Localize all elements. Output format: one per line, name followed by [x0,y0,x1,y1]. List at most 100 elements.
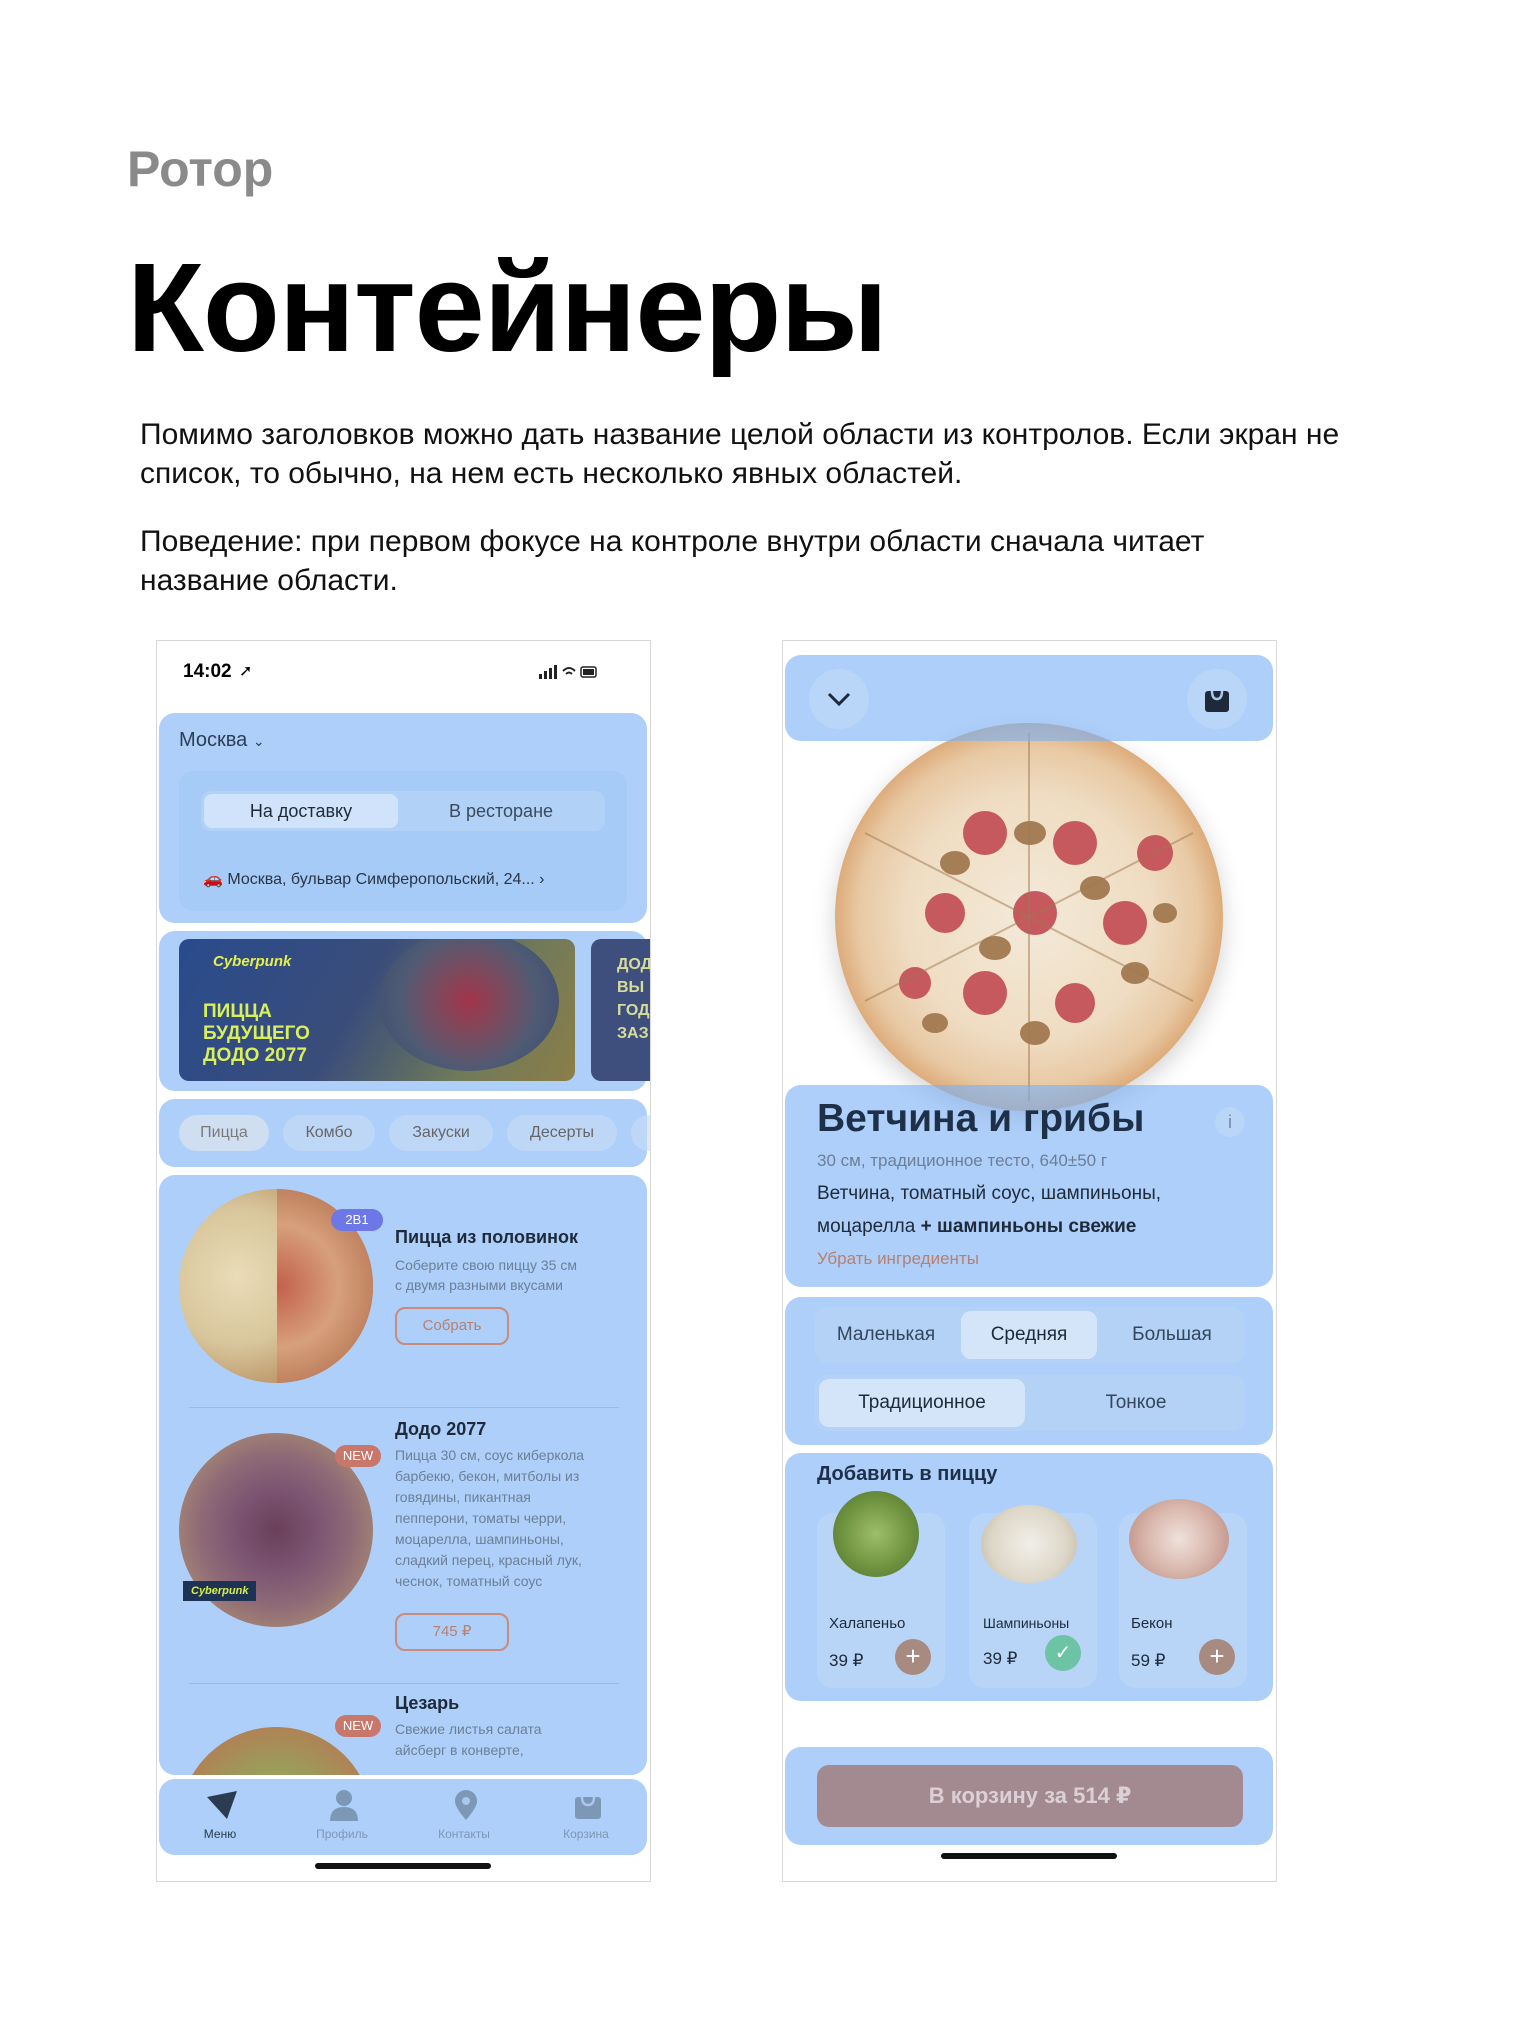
mushrooms-image [981,1505,1077,1583]
status-time: 14:02 [183,661,232,682]
tab-menu[interactable]: Меню [175,1787,265,1847]
tab-profile[interactable]: Профиль [297,1787,387,1847]
tab-cart-label: Корзина [563,1827,609,1841]
close-button[interactable] [809,669,869,729]
price-button[interactable]: 745 ₽ [395,1613,509,1651]
list-item[interactable]: NEW Cyberpunk Додо 2077 Пицца 30 см, соу… [159,1411,647,1681]
category-more[interactable] [631,1115,650,1151]
plus-icon[interactable]: + [1199,1639,1235,1675]
topping-price: 59 ₽ [1131,1651,1166,1670]
product-spec: 30 см, традиционное тесто, 640±50 г [817,1151,1108,1170]
location-arrow-icon: ➚ [239,663,253,680]
topping-name: Халапеньо [829,1615,906,1632]
product-name: Додо 2077 [395,1419,487,1439]
product-desc: Свежие листья салата айсберг в конверте, [395,1721,542,1758]
info-icon: i [1228,1112,1232,1132]
categories-region: Пицца Комбо Закуски Десерты [159,1099,650,1167]
products-list-region: 2В1 Пицца из половинок Соберите свою пиц… [159,1175,647,1775]
promo-banner-cyberpunk[interactable]: Cyberpunk ПИЦЦА БУДУЩЕГО ДОДО 2077 [179,939,575,1081]
checkmark-icon[interactable]: ✓ [1045,1635,1081,1671]
tab-menu-label: Меню [203,1827,237,1841]
product-name: Пицца из половинок [395,1227,578,1247]
options-region: Маленькая Средняя Большая Традиционное Т… [785,1297,1273,1445]
home-indicator [941,1853,1117,1859]
pizza-toppings-drawing [864,733,1194,1101]
list-item[interactable]: 2В1 Пицца из половинок Соберите свою пиц… [159,1175,647,1405]
home-indicator [315,1863,491,1869]
topping-price: 39 ₽ [983,1649,1018,1668]
topping-card-bacon[interactable]: Бекон 59 ₽ + [1119,1499,1247,1688]
cyberpunk-sticker: Cyberpunk [183,1581,257,1601]
product-name: Цезарь [395,1693,460,1713]
category-desserts[interactable]: Десерты [507,1115,617,1151]
assemble-button[interactable]: Собрать [395,1307,509,1345]
size-large[interactable]: Большая [1101,1311,1243,1359]
bag-icon [1205,690,1229,712]
dough-thin[interactable]: Тонкое [1031,1379,1241,1427]
bag-icon [575,1796,601,1819]
tab-cart[interactable]: Корзина [541,1787,631,1847]
cart-button[interactable] [1187,669,1247,729]
product-desc: Соберите свою пиццу 35 см с двумя разными… [395,1257,577,1293]
topping-card-mushrooms[interactable]: Шампиньоны 39 ₽ ✓ [969,1505,1097,1688]
ingredients-line1: Ветчина, томатный соус, шампиньоны, [817,1183,1162,1204]
divider [189,1407,619,1408]
plus-icon[interactable]: + [895,1639,931,1675]
list-item[interactable]: NEW Цезарь Свежие листья салата айсберг в… [159,1687,647,1775]
tab-contacts-label: Контакты [438,1827,490,1841]
add-toppings-region: Добавить в пиццу Халапеньо 39 ₽ + Шампин… [785,1453,1273,1701]
banner-pizza-image [379,939,559,1071]
banner-headline: ПИЦЦА БУДУЩЕГО ДОДО 2077 [203,1001,310,1066]
chevron-down-icon [827,692,851,707]
signal-icon [539,665,599,684]
person-icon [330,1790,358,1821]
tab-contacts[interactable]: Контакты [419,1787,509,1847]
add-toppings-title: Добавить в пиццу [817,1463,998,1485]
header-region [785,655,1273,741]
category-snacks[interactable]: Закуски [389,1115,493,1151]
pizza-image [835,723,1223,1111]
delivery-settings-region: Москва ⌄ На доставку В ресторане 🚗 Москв… [159,713,647,923]
address-row[interactable]: 🚗 Москва, бульвар Симферопольский, 24...… [203,869,545,889]
category-pizza[interactable]: Пицца [179,1115,269,1151]
badge-new: NEW [335,1445,381,1467]
topping-price: 39 ₽ [829,1651,864,1670]
size-segmented-control: Маленькая Средняя Большая [815,1307,1245,1363]
product-info-region: Ветчина и грибы i 30 см, традиционное те… [785,1085,1273,1287]
topping-name: Шампиньоны [983,1615,1070,1631]
cart-button-region: В корзину за 514 ₽ [785,1747,1273,1845]
info-button[interactable]: i [1215,1107,1245,1137]
map-pin-icon [455,1790,477,1820]
section-eyebrow: Ротор [127,141,274,197]
menu-screen-mockup: 14:02 ➚ Москва ⌄ На доставку В ресторане… [156,640,651,1882]
jalapeno-image [833,1491,919,1577]
add-to-cart-button[interactable]: В корзину за 514 ₽ [817,1765,1243,1827]
tab-delivery[interactable]: На доставку [204,794,398,828]
product-desc: Пицца 30 см, соус киберкола барбекю, беко… [395,1447,585,1589]
address-text: Москва, бульвар Симферопольский, 24... [227,871,535,888]
delivery-segmented-control: На доставку В ресторане [201,791,605,831]
size-medium[interactable]: Средняя [961,1311,1097,1359]
tab-profile-label: Профиль [316,1827,368,1841]
page-title: Контейнеры [127,237,888,378]
promo-banners-region: Cyberpunk ПИЦЦА БУДУЩЕГО ДОДО 2077 ДОД В… [159,931,650,1091]
tab-restaurant[interactable]: В ресторане [401,794,601,828]
car-icon: 🚗 [203,871,223,888]
chevron-right-icon: › [539,871,545,888]
pizza-slice-icon [207,1791,237,1819]
topping-name: Бекон [1131,1615,1173,1632]
size-small[interactable]: Маленькая [815,1311,957,1359]
topping-card-jalapeno[interactable]: Халапеньо 39 ₽ + [817,1491,945,1688]
intro-paragraph: Помимо заголовков можно дать название це… [140,418,1340,490]
tab-bar-region: Меню Профиль Контакты Корзина [159,1779,647,1855]
behavior-paragraph: Поведение: при первом фокусе на контроле… [140,525,1205,597]
remove-ingredients-link[interactable]: Убрать ингредиенты [817,1249,979,1269]
cyberpunk-logo: Cyberpunk [213,953,292,970]
product-screen-mockup: Ветчина и грибы i 30 см, традиционное те… [782,640,1277,1882]
category-combo[interactable]: Комбо [283,1115,375,1151]
ingredients-line2: моцарелла + шампиньоны свежие [817,1216,1137,1237]
promo-banner-next[interactable]: ДОД ВЫ ГОД ЗАЗ [591,939,650,1081]
dough-traditional[interactable]: Традиционное [819,1379,1025,1427]
chevron-down-icon: ⌄ [252,733,265,749]
city-selector[interactable]: Москва ⌄ [179,729,265,752]
